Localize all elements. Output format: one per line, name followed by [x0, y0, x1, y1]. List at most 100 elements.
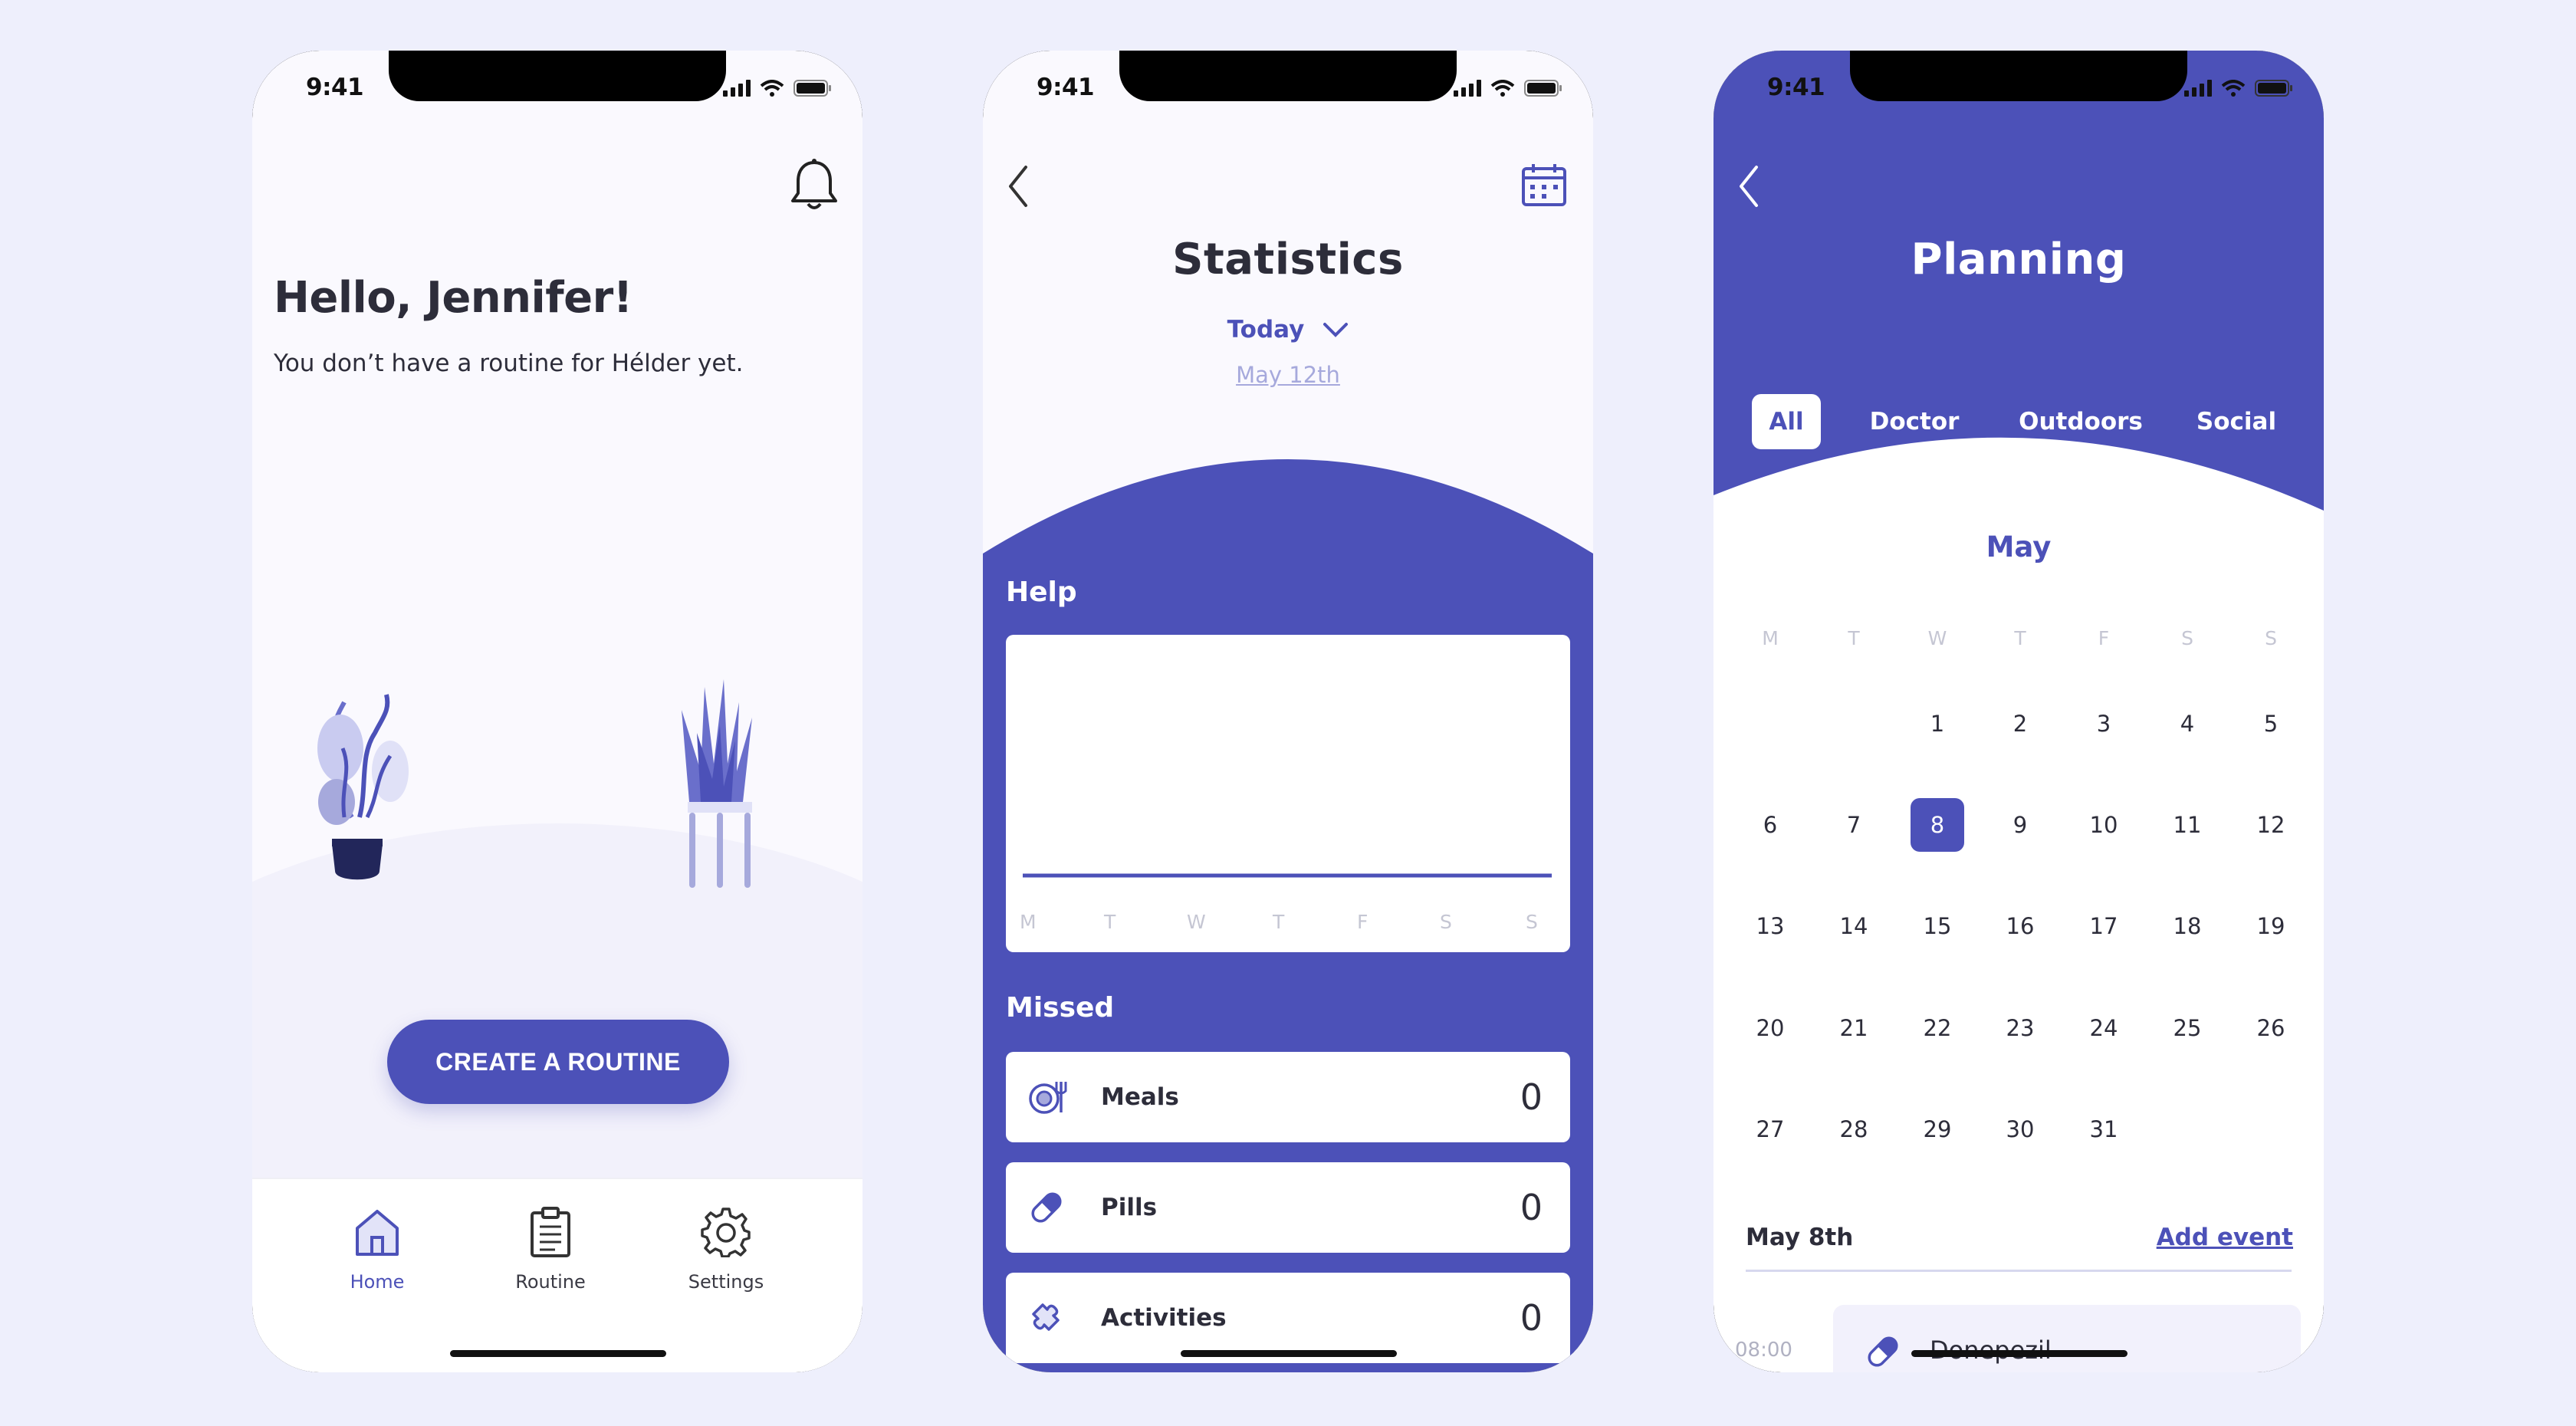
- calendar-day[interactable]: 5: [2244, 697, 2298, 751]
- calendar-day[interactable]: 13: [1743, 899, 1797, 953]
- weekday-label: S: [2265, 627, 2277, 649]
- tab-label: Home: [350, 1271, 405, 1293]
- create-routine-button[interactable]: CREATE A ROUTINE: [387, 1020, 729, 1104]
- calendar-day[interactable]: 7: [1827, 798, 1881, 852]
- calendar-day[interactable]: 24: [2077, 1001, 2131, 1055]
- wifi-icon: [760, 80, 784, 97]
- gear-icon: [701, 1208, 751, 1257]
- weekday-label: T: [2014, 627, 2026, 649]
- add-event-link[interactable]: Add event: [2157, 1224, 2293, 1251]
- signal-icon: [723, 80, 751, 97]
- calendar-day[interactable]: 11: [2160, 798, 2214, 852]
- battery-icon: [1524, 80, 1562, 97]
- calendar-day[interactable]: 4: [2160, 697, 2214, 751]
- notch: [1850, 51, 2187, 101]
- missed-item-label: Pills: [1101, 1194, 1158, 1221]
- calendar-day[interactable]: 29: [1911, 1102, 1964, 1156]
- calendar-day[interactable]: 6: [1743, 798, 1797, 852]
- phone-planning-screen: 9:41 Planning All Doctor Outdoors Social…: [1714, 51, 2324, 1372]
- calendar-day[interactable]: 2: [1993, 697, 2047, 751]
- weekday-label: F: [2098, 627, 2110, 649]
- help-chart: [1023, 873, 1552, 878]
- tab-home[interactable]: Home: [316, 1207, 439, 1293]
- period-dropdown[interactable]: Today: [983, 316, 1593, 343]
- calendar-month-label: May: [1986, 531, 2052, 564]
- calendar-day[interactable]: 22: [1911, 1001, 1964, 1055]
- planning-header-background: [1714, 51, 2324, 511]
- bell-icon[interactable]: [789, 158, 840, 213]
- calendar-day[interactable]: 26: [2244, 1001, 2298, 1055]
- chart-day-label: M: [1020, 911, 1037, 933]
- calendar-day[interactable]: 8: [1911, 798, 1964, 852]
- tab-routine[interactable]: Routine: [489, 1207, 612, 1293]
- calendar-day[interactable]: 18: [2160, 899, 2214, 953]
- page-title: Statistics: [1172, 235, 1404, 284]
- calendar-day[interactable]: 19: [2244, 899, 2298, 953]
- filter-doctor[interactable]: Doctor: [1863, 394, 1966, 449]
- chart-day-labels: M T W T F S S: [1020, 911, 1553, 934]
- event-card[interactable]: Donepezil: [1833, 1305, 2301, 1372]
- calendar-day[interactable]: 14: [1827, 899, 1881, 953]
- calendar-day[interactable]: 3: [2077, 697, 2131, 751]
- tab-label: Settings: [688, 1271, 764, 1293]
- calendar-day[interactable]: 28: [1827, 1102, 1881, 1156]
- wifi-icon: [1490, 80, 1515, 97]
- signal-icon: [1454, 80, 1481, 97]
- calendar-day[interactable]: 12: [2244, 798, 2298, 852]
- chart-day-label: W: [1187, 911, 1206, 933]
- category-filters: All Doctor Outdoors Social: [1714, 394, 2324, 449]
- status-icons: [2184, 80, 2293, 97]
- plate-icon: [1029, 1082, 1067, 1114]
- filter-outdoors[interactable]: Outdoors: [2013, 394, 2148, 449]
- statistics-screen: 9:41 Statistics Today May 12th Help M T …: [983, 51, 1593, 1372]
- calendar-day[interactable]: 21: [1827, 1001, 1881, 1055]
- calendar-day[interactable]: 27: [1743, 1102, 1797, 1156]
- greeting-title: Hello, Jennifer!: [274, 273, 632, 323]
- no-routine-message: You don’t have a routine for Hélder yet.: [274, 350, 744, 377]
- selected-date-link[interactable]: May 12th: [983, 362, 1593, 388]
- puzzle-icon: [1032, 1303, 1060, 1331]
- weekday-label: M: [1762, 627, 1779, 649]
- phone-home-screen: 9:41 Hello, Jennifer! You don’t have a r…: [252, 51, 863, 1372]
- calendar-icon[interactable]: [1521, 163, 1567, 207]
- calendar-day[interactable]: 1: [1911, 697, 1964, 751]
- chart-day-label: T: [1273, 911, 1285, 933]
- missed-item-count: 0: [1520, 1297, 1543, 1339]
- status-icons: [1454, 80, 1562, 97]
- chart-day-label: T: [1104, 911, 1116, 933]
- calendar-day[interactable]: 23: [1993, 1001, 2047, 1055]
- notch: [1119, 51, 1457, 101]
- bottom-tab-bar: Home Routine Settings: [252, 1178, 863, 1372]
- calendar-day[interactable]: 31: [2077, 1102, 2131, 1156]
- calendar-day[interactable]: 25: [2160, 1001, 2214, 1055]
- filter-social[interactable]: Social: [2189, 394, 2284, 449]
- help-chart-card: M T W T F S S: [1006, 635, 1570, 952]
- calendar-day[interactable]: 20: [1743, 1001, 1797, 1055]
- missed-meals-card[interactable]: Meals 0: [1006, 1052, 1570, 1142]
- calendar-day[interactable]: 9: [1993, 798, 2047, 852]
- calendar-day[interactable]: 17: [2077, 899, 2131, 953]
- house-icon: [356, 1210, 399, 1256]
- calendar-day[interactable]: 16: [1993, 899, 2047, 953]
- page-title: Planning: [1911, 235, 2127, 284]
- home-indicator: [1181, 1350, 1397, 1357]
- missed-item-label: Meals: [1101, 1083, 1179, 1111]
- chart-day-label: F: [1357, 911, 1368, 933]
- calendar-day[interactable]: 10: [2077, 798, 2131, 852]
- missed-item-count: 0: [1520, 1187, 1543, 1228]
- notch: [389, 51, 726, 101]
- calendar-day[interactable]: 30: [1993, 1102, 2047, 1156]
- signal-icon: [2184, 80, 2212, 97]
- back-arrow-icon[interactable]: [1737, 164, 1760, 209]
- weekday-label: S: [2181, 627, 2193, 649]
- clipboard-icon: [531, 1207, 570, 1257]
- calendar-day[interactable]: 15: [1911, 899, 1964, 953]
- back-arrow-icon[interactable]: [1006, 164, 1029, 209]
- missed-pills-card[interactable]: Pills 0: [1006, 1162, 1570, 1253]
- tab-settings[interactable]: Settings: [665, 1207, 787, 1293]
- period-label: Today: [1227, 316, 1305, 343]
- battery-icon: [2255, 80, 2292, 97]
- missed-item-label: Activities: [1101, 1304, 1227, 1332]
- chart-day-label: S: [1526, 911, 1538, 933]
- filter-all[interactable]: All: [1752, 394, 1821, 449]
